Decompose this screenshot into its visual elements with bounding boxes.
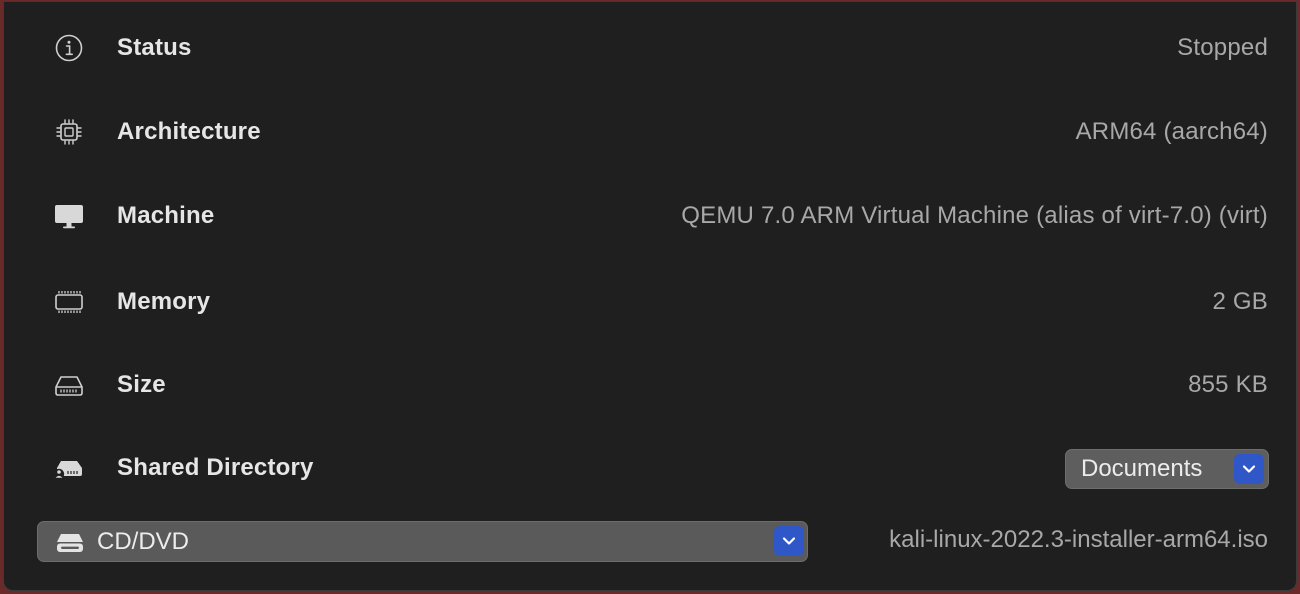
vm-details-panel: Status Stopped Architecture ARM64 (aarch… [3, 1, 1297, 591]
machine-value: QEMU 7.0 ARM Virtual Machine (alias of v… [681, 202, 1268, 229]
machine-row: Machine QEMU 7.0 ARM Virtual Machine (al… [4, 196, 1296, 236]
shared-directory-label: Shared Directory [117, 454, 314, 481]
drive-image-name: kali-linux-2022.3-installer-arm64.iso [889, 526, 1268, 553]
cpu-chip-icon [52, 115, 86, 149]
size-row: Size 855 KB [4, 365, 1296, 405]
status-value: Stopped [1177, 34, 1268, 61]
machine-label: Machine [117, 202, 215, 229]
memory-value: 2 GB [1212, 288, 1268, 315]
memory-row: Memory 2 GB [4, 282, 1296, 322]
optical-drive-icon [55, 530, 85, 554]
display-icon [52, 199, 86, 233]
shared-directory-popup-button[interactable]: Documents [1065, 449, 1269, 489]
shared-directory-selected: Documents [1081, 455, 1203, 482]
shared-drive-icon [52, 451, 86, 485]
chevron-down-icon[interactable] [774, 526, 804, 556]
architecture-label: Architecture [117, 118, 261, 145]
size-value: 855 KB [1188, 371, 1268, 398]
memory-label: Memory [117, 288, 211, 315]
status-label: Status [117, 34, 192, 61]
status-row: Status Stopped [4, 28, 1296, 68]
architecture-value: ARM64 (aarch64) [1075, 118, 1268, 145]
drive-type-selected: CD/DVD [97, 527, 190, 555]
info-circle-icon [52, 31, 86, 65]
size-label: Size [117, 371, 166, 398]
memory-module-icon [52, 285, 86, 319]
internal-drive-icon [52, 368, 86, 402]
drive-type-popup-button[interactable]: CD/DVD [37, 521, 808, 562]
architecture-row: Architecture ARM64 (aarch64) [4, 112, 1296, 152]
chevron-down-icon[interactable] [1234, 454, 1264, 484]
